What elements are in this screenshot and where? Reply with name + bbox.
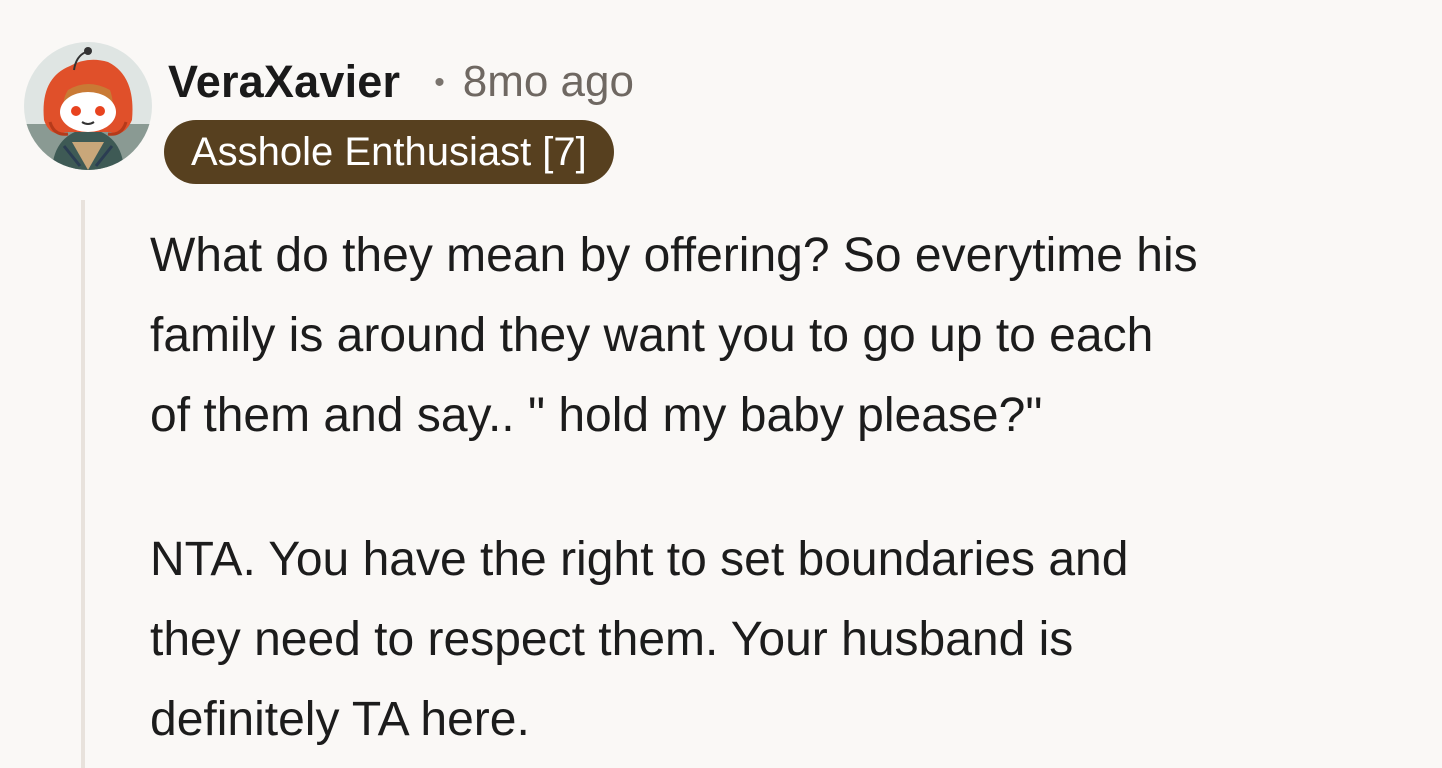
comment-body: What do they mean by offering? So everyt… [150,216,1430,760]
snoo-avatar-icon [24,42,152,170]
comment-paragraph: What do they mean by offering? So everyt… [150,229,1198,442]
comment-timestamp[interactable]: 8mo ago [463,57,634,107]
username-link[interactable]: VeraXavier [168,56,400,108]
thread-collapse-line[interactable] [81,200,85,768]
comment-paragraph: NTA. You have the right to set boundarie… [150,533,1129,746]
user-avatar[interactable] [24,42,152,170]
meta-separator: • [434,66,445,99]
comment-header: VeraXavier • 8mo ago [168,54,634,110]
user-flair-badge: Asshole Enthusiast [7] [164,120,614,184]
